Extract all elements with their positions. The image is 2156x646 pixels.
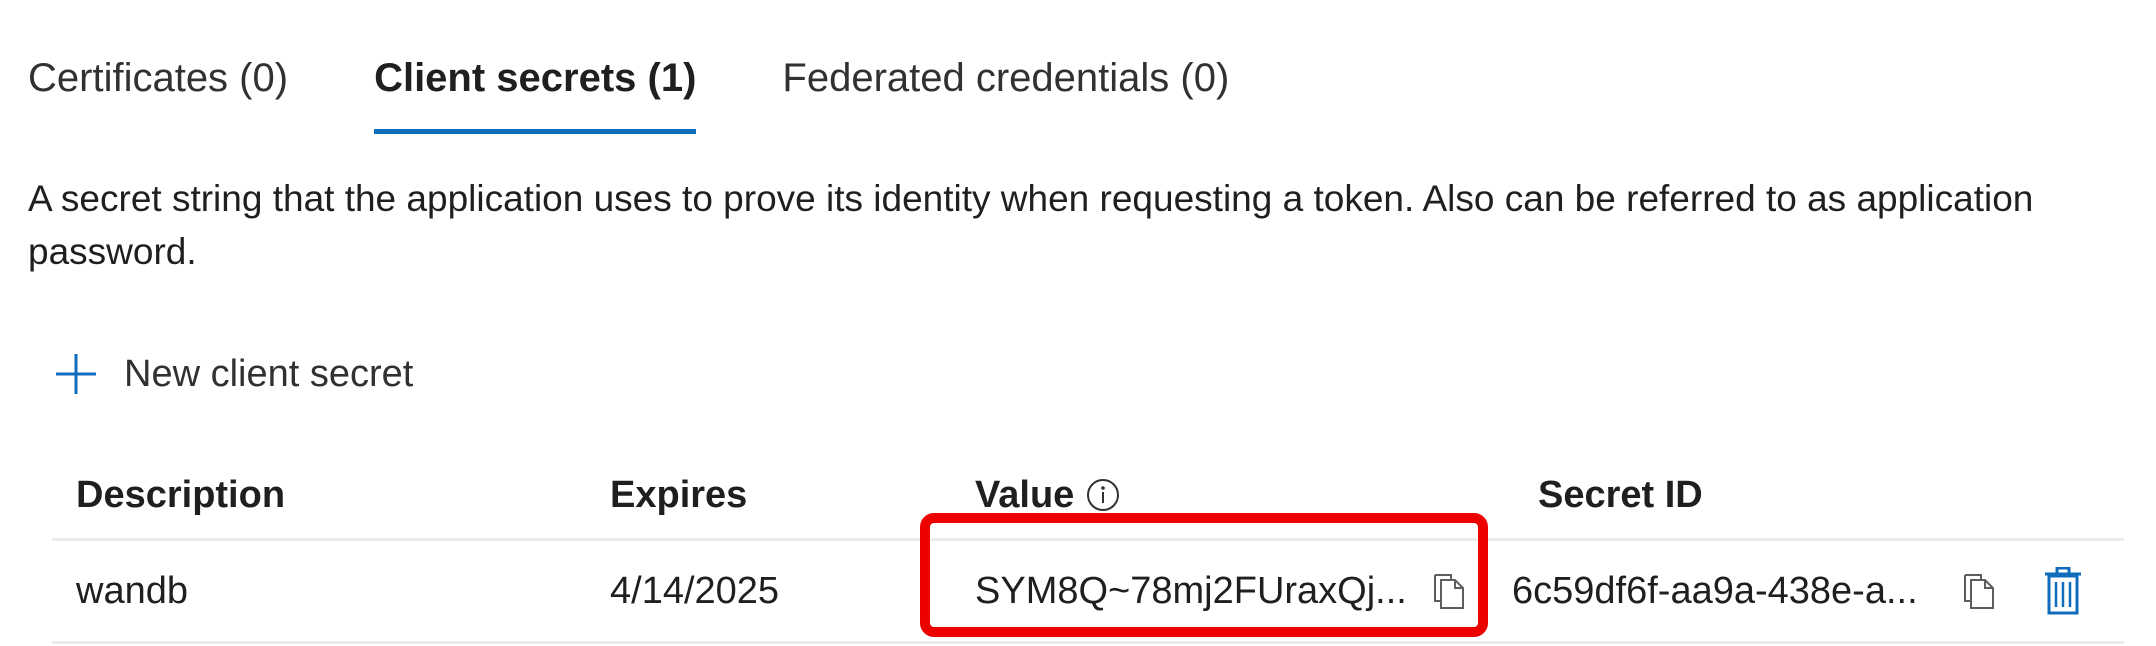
tab-client-secrets[interactable]: Client secrets (1) bbox=[374, 48, 697, 134]
column-header-expires[interactable]: Expires bbox=[610, 452, 747, 538]
new-client-secret-button[interactable]: New client secret bbox=[52, 350, 413, 398]
info-icon[interactable] bbox=[1086, 478, 1120, 512]
credentials-tabs: Certificates (0) Client secrets (1) Fede… bbox=[28, 48, 1315, 134]
column-header-secret-id[interactable]: Secret ID bbox=[1538, 452, 1703, 538]
secret-value-cell: SYM8Q~78mj2FUraxQj... bbox=[975, 570, 1407, 612]
tab-certificates[interactable]: Certificates (0) bbox=[28, 48, 288, 134]
column-header-description[interactable]: Description bbox=[76, 452, 285, 538]
column-header-value[interactable]: Value bbox=[975, 452, 1120, 538]
new-client-secret-label: New client secret bbox=[124, 352, 414, 395]
secret-description-cell: wandb bbox=[76, 570, 188, 612]
copy-secret-id-icon[interactable] bbox=[1962, 572, 1996, 610]
trash-icon[interactable] bbox=[2044, 567, 2082, 615]
secret-id-cell: 6c59df6f-aa9a-438e-a... bbox=[1512, 570, 1918, 612]
table-header-row: Description Expires Value Secret ID bbox=[52, 452, 2124, 541]
column-header-value-label: Value bbox=[975, 474, 1075, 516]
tab-federated-credentials[interactable]: Federated credentials (0) bbox=[782, 48, 1229, 134]
table-row: wandb 4/14/2025 SYM8Q~78mj2FUraxQj... 6c… bbox=[52, 541, 2124, 644]
client-secrets-table: Description Expires Value Secret ID wand… bbox=[52, 452, 2124, 644]
plus-icon bbox=[56, 354, 96, 394]
client-secrets-description: A secret string that the application use… bbox=[28, 178, 2034, 272]
secret-expires-cell: 4/14/2025 bbox=[610, 570, 780, 612]
copy-value-icon[interactable] bbox=[1432, 572, 1466, 610]
